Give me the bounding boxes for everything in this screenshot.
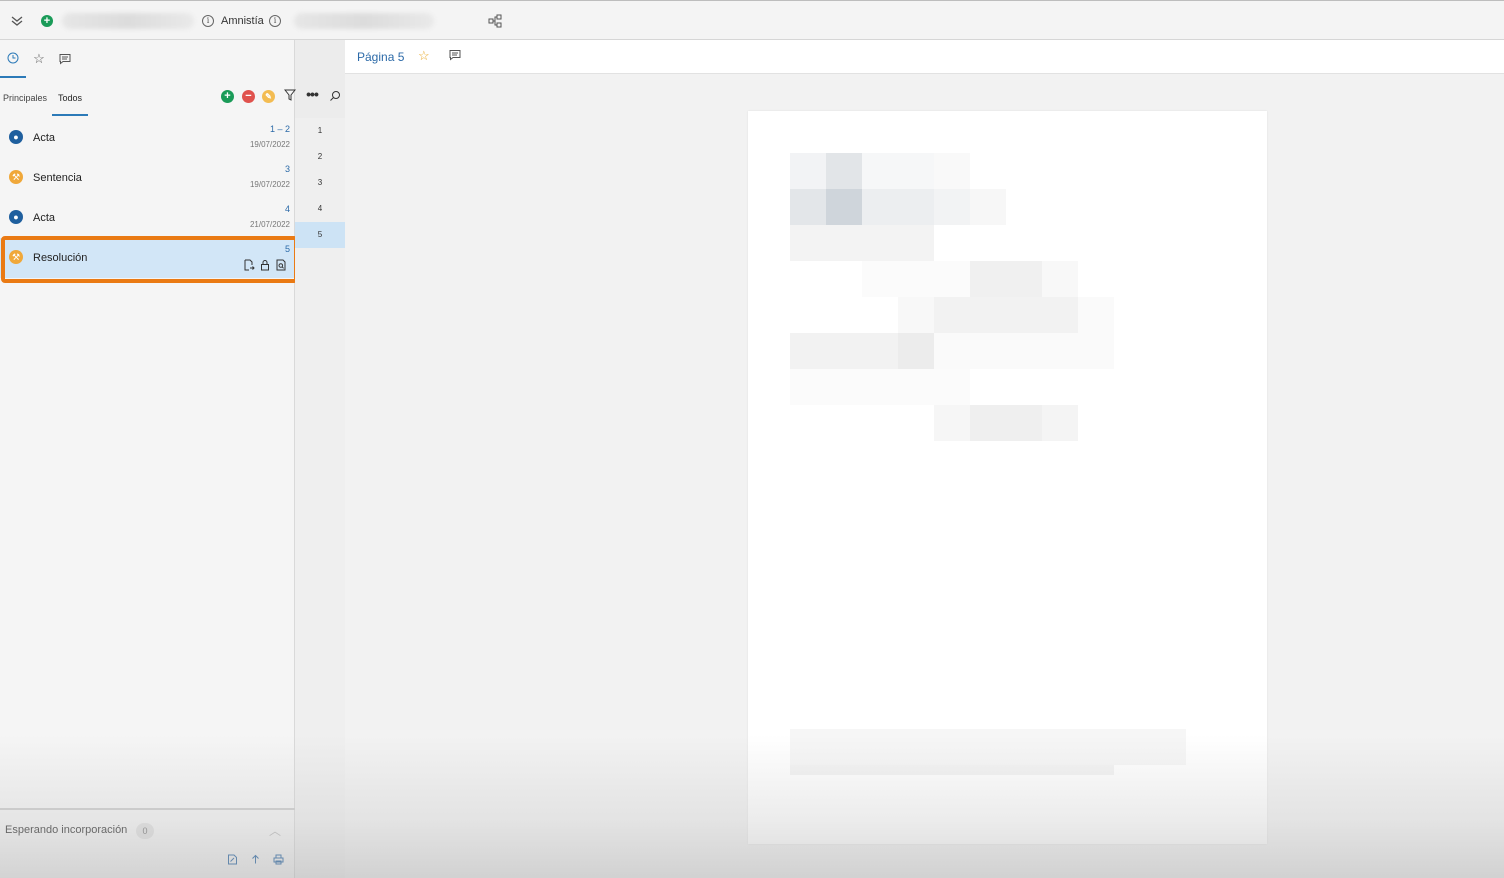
pixelated-block	[862, 153, 934, 189]
filter-icon[interactable]	[283, 89, 296, 102]
pixelated-block	[790, 225, 934, 261]
waiting-label: Esperando incorporación	[5, 824, 128, 836]
tab-principales[interactable]: Principales	[3, 78, 47, 116]
document-name: Acta	[33, 132, 56, 144]
document-pages: 3	[284, 164, 290, 174]
list-item[interactable]: ● Acta 1 – 2 19/07/2022	[0, 118, 295, 158]
bottom-toolbar	[227, 854, 284, 868]
pixelated-block	[790, 333, 898, 369]
pixelated-block	[934, 189, 970, 225]
pixelated-block	[826, 153, 862, 189]
pixelated-block	[826, 189, 862, 225]
star-icon[interactable]: ☆	[418, 48, 430, 64]
page-number[interactable]: 2	[295, 144, 345, 170]
add-icon[interactable]: +	[41, 1, 53, 41]
pixelated-block	[790, 729, 1186, 765]
comment-icon[interactable]	[52, 40, 78, 78]
print-icon[interactable]	[273, 854, 284, 868]
blurred-case-id	[62, 1, 194, 41]
waiting-count-badge: 0	[136, 823, 154, 839]
page-number-column: 1 2 3 4 5	[295, 118, 345, 878]
document-page-preview	[748, 111, 1267, 844]
upload-icon[interactable]	[250, 854, 261, 868]
pixelated-block	[790, 153, 826, 189]
add-icon[interactable]: +	[221, 90, 234, 103]
pixelated-block	[970, 405, 1042, 441]
pixelated-block	[970, 261, 1042, 297]
tab-todos[interactable]: Todos	[52, 78, 89, 116]
page-number-selected[interactable]: 5	[295, 222, 345, 248]
page-number[interactable]: 3	[295, 170, 345, 196]
pixelated-block	[1078, 297, 1114, 333]
remove-icon[interactable]: −	[242, 90, 255, 103]
document-person-icon: ●	[9, 130, 23, 144]
more-icon[interactable]: •••	[304, 87, 320, 103]
selection-highlight	[1, 236, 298, 283]
page-number[interactable]: 1	[295, 118, 345, 144]
viewer-header: Página 5 ☆	[345, 40, 1504, 74]
pixelated-block	[934, 333, 1114, 369]
document-sidebar: ☆ Principales Todos + − ✎ ••• ● Acta 1 –…	[0, 40, 319, 878]
chevron-up-icon[interactable]: ︿	[269, 822, 281, 839]
pixelated-block	[862, 189, 934, 225]
sidebar-icon-tabs: ☆	[0, 40, 294, 78]
info-icon[interactable]: i	[269, 1, 281, 41]
chevron-double-down-icon[interactable]	[10, 1, 24, 41]
pixelated-block	[970, 189, 1006, 225]
page-number[interactable]: 4	[295, 196, 345, 222]
pixelated-block	[790, 369, 970, 405]
document-person-icon: ●	[9, 210, 23, 224]
document-date: 19/07/2022	[249, 140, 290, 149]
document-pages: 4	[284, 204, 290, 214]
viewer-title: Página 5	[357, 50, 405, 64]
list-item[interactable]: ⚒ Sentencia 3 19/07/2022	[0, 158, 295, 198]
pixelated-block	[898, 333, 934, 369]
pixelated-block	[934, 405, 970, 441]
pixelated-block	[934, 297, 1078, 333]
sidebar-tabs: Principales Todos + − ✎ •••	[0, 78, 319, 118]
waiting-section[interactable]: Esperando incorporación 0 ︿	[0, 808, 295, 848]
pixelated-block	[862, 261, 970, 297]
document-gavel-icon: ⚒	[9, 170, 23, 184]
share-tree-icon[interactable]	[488, 1, 502, 41]
star-icon[interactable]: ☆	[26, 40, 52, 78]
pixelated-block	[898, 297, 934, 333]
document-name: Sentencia	[33, 172, 82, 184]
list-item[interactable]: ● Acta 4 21/07/2022	[0, 198, 295, 238]
pixelated-block	[1042, 261, 1078, 297]
edit-document-icon[interactable]	[227, 854, 238, 868]
case-label: Amnistía	[221, 15, 264, 27]
document-name: Acta	[33, 212, 56, 224]
edit-icon[interactable]: ✎	[262, 90, 275, 103]
top-bar: + i Amnistía i	[0, 0, 1504, 40]
pixelated-block	[934, 153, 970, 189]
blurred-case-detail	[294, 1, 434, 41]
pixelated-block	[790, 189, 826, 225]
info-icon[interactable]: i	[202, 1, 214, 41]
document-viewer: Página 5 ☆	[345, 40, 1504, 878]
pixelated-block	[1042, 405, 1078, 441]
document-date: 21/07/2022	[249, 220, 290, 229]
document-date: 19/07/2022	[249, 180, 290, 189]
history-icon[interactable]	[0, 40, 26, 78]
comment-icon[interactable]	[449, 49, 461, 64]
document-pages: 1 – 2	[269, 124, 290, 134]
pixelated-block	[790, 765, 1114, 775]
search-icon[interactable]	[328, 90, 341, 103]
